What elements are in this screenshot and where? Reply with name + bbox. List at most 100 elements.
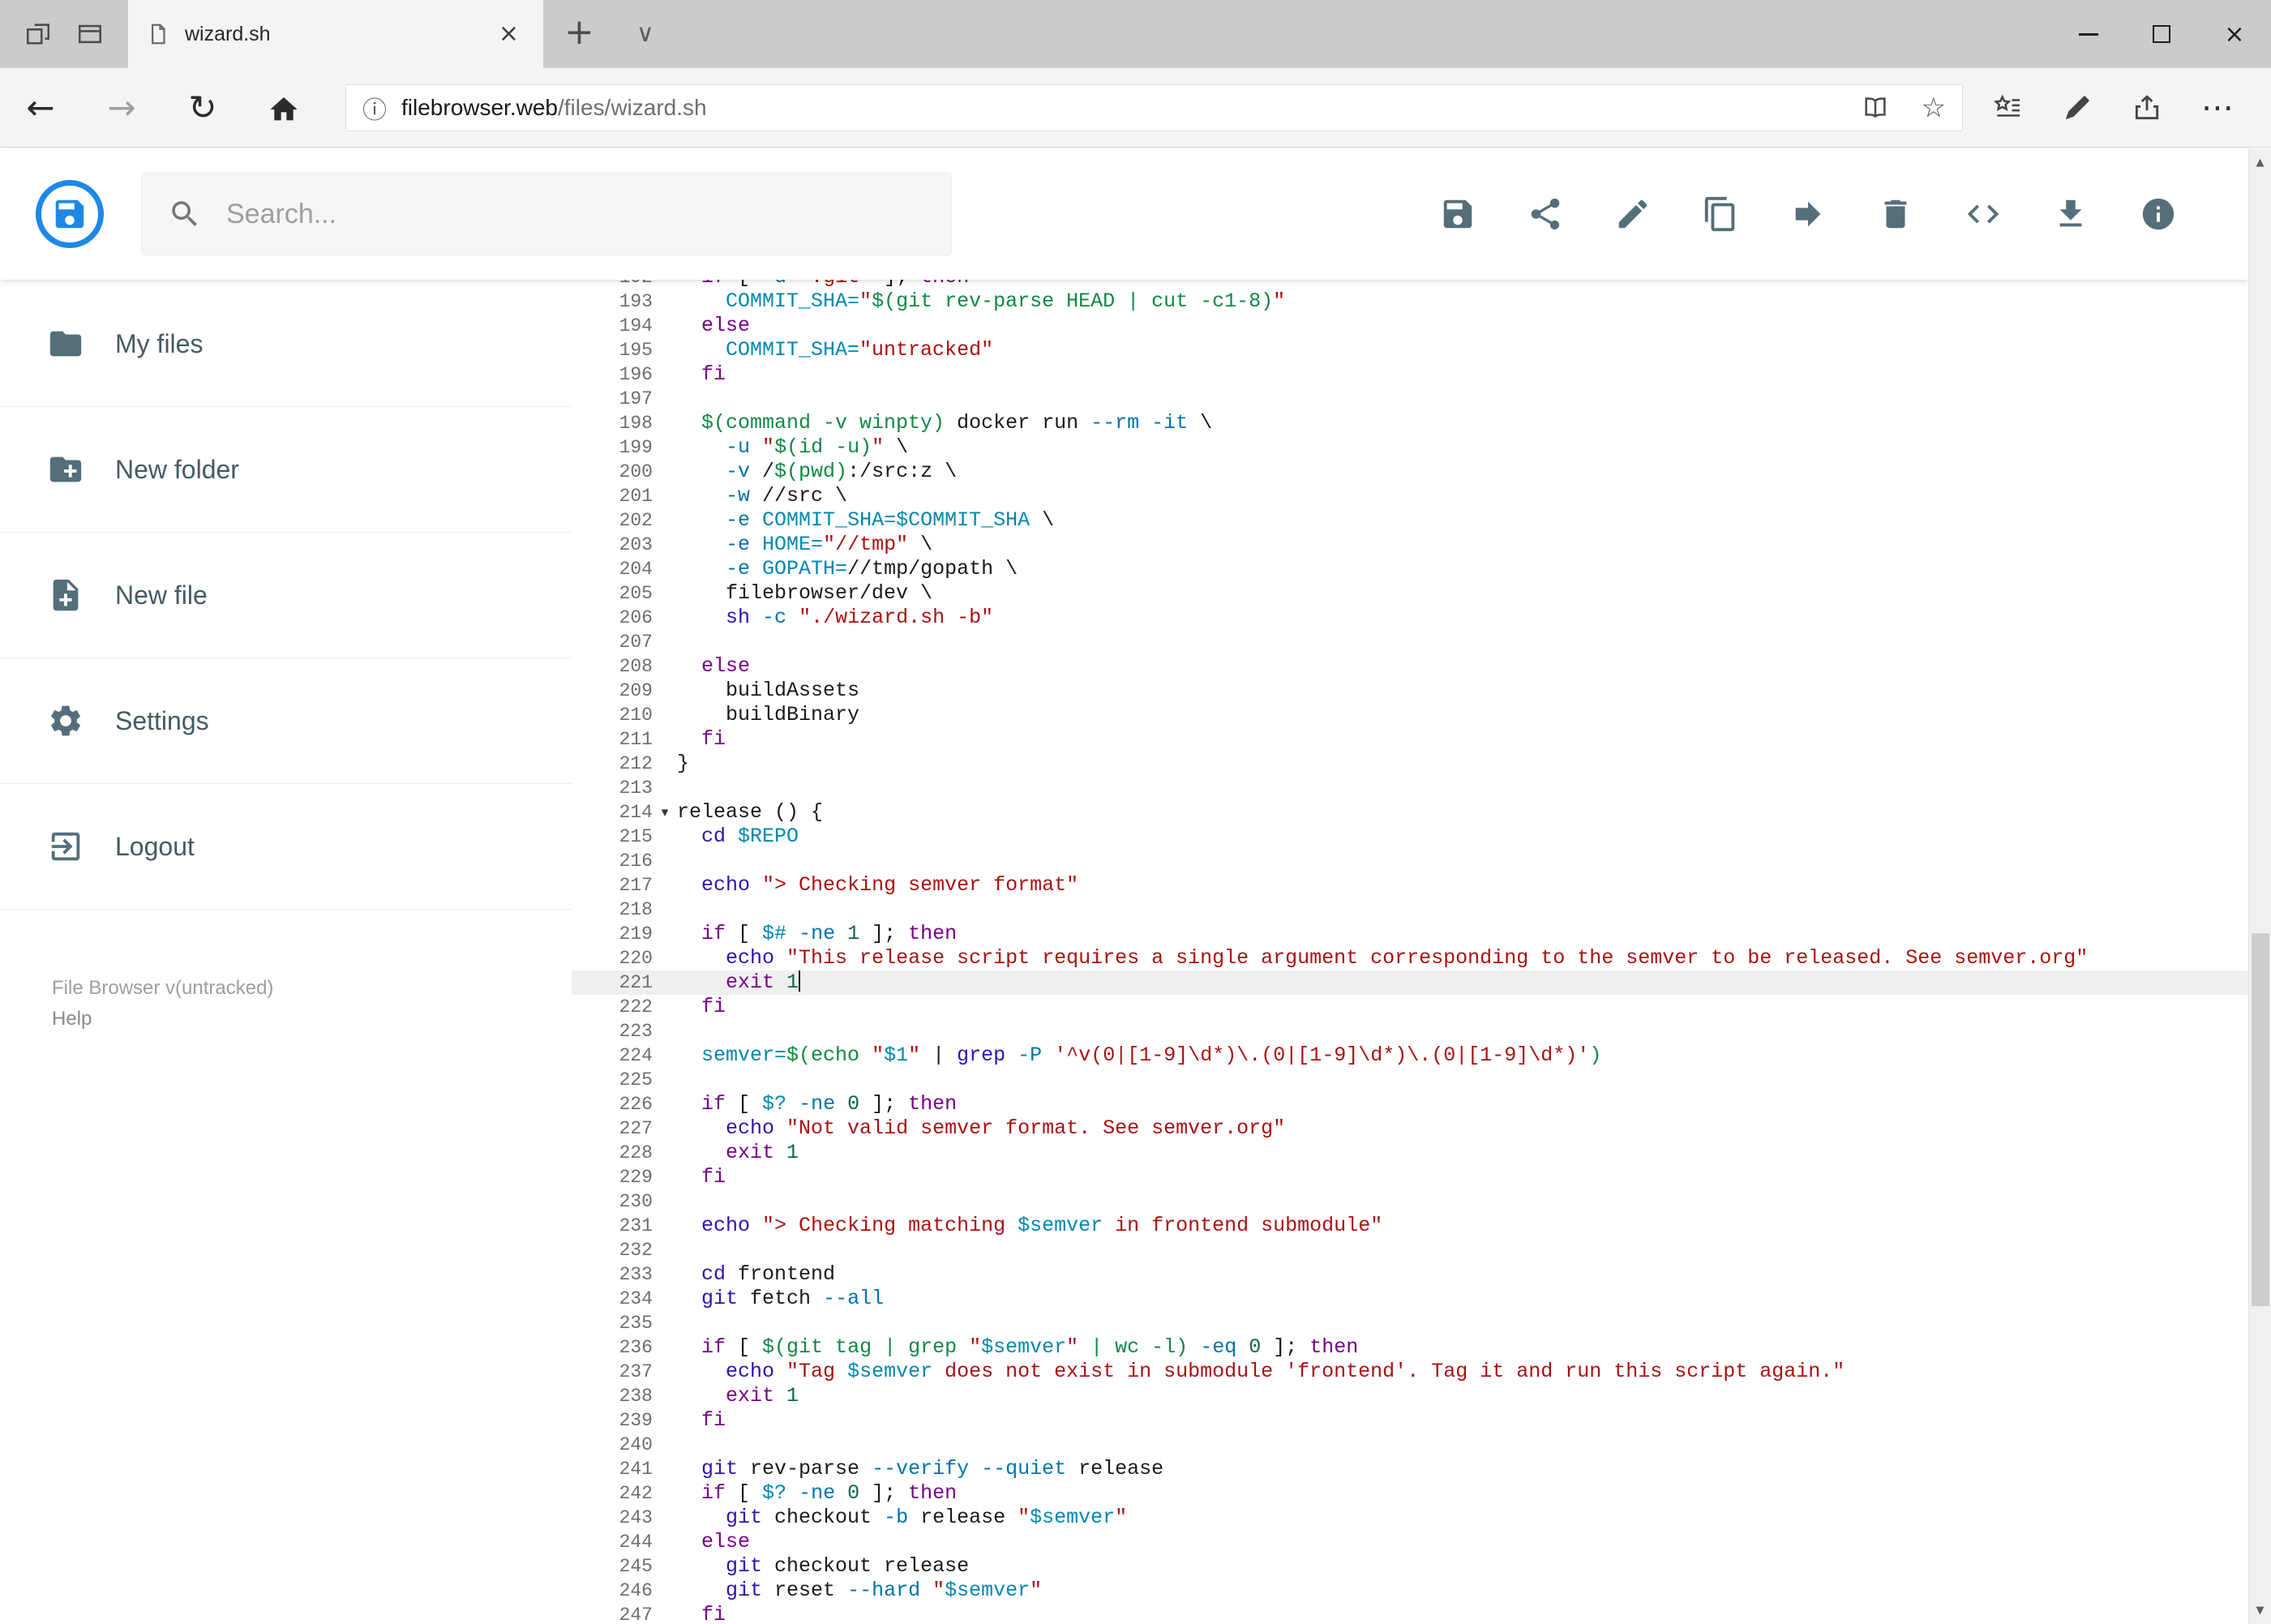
share-button[interactable] [1527, 195, 1564, 233]
code-line-215[interactable]: 215 cd $REPO [572, 825, 2248, 849]
sidebar-item-my-files[interactable]: My files [0, 281, 572, 407]
filebrowser-logo[interactable] [36, 180, 104, 248]
code-line-239[interactable]: 239 fi [572, 1408, 2248, 1433]
code-line-195[interactable]: 195 COMMIT_SHA="untracked" [572, 338, 2248, 362]
code-line-216[interactable]: 216 [572, 849, 2248, 873]
code-line-208[interactable]: 208 else [572, 654, 2248, 679]
url-text[interactable]: filebrowser.web/files/wizard.sh [401, 95, 707, 121]
close-window-button[interactable]: × [2198, 0, 2271, 68]
scrollbar-thumb[interactable] [2252, 933, 2269, 1306]
code-line-219[interactable]: 219 if [ $# -ne 1 ]; then [572, 922, 2248, 946]
sidebar-item-logout[interactable]: Logout [0, 784, 572, 910]
info-button[interactable] [2140, 195, 2177, 233]
web-note-button[interactable] [2062, 92, 2093, 123]
refresh-button[interactable]: ↻ [162, 88, 243, 127]
save-button[interactable] [1439, 195, 1476, 233]
search-input[interactable] [225, 197, 925, 231]
code-line-245[interactable]: 245 git checkout release [572, 1554, 2248, 1579]
code-line-236[interactable]: 236 if [ $(git tag | grep "$semver" | wc… [572, 1335, 2248, 1360]
site-info-icon[interactable]: ⓘ [362, 90, 387, 126]
code-editor[interactable]: 192 if [ -d ".git" ]; then193 COMMIT_SHA… [572, 280, 2248, 1624]
code-line-237[interactable]: 237 echo "Tag $semver does not exist in … [572, 1360, 2248, 1384]
code-line-204[interactable]: 204 -e GOPATH=//tmp/gopath \ [572, 557, 2248, 581]
rename-button[interactable] [1614, 195, 1652, 233]
code-line-193[interactable]: 193 COMMIT_SHA="$(git rev-parse HEAD | c… [572, 289, 2248, 314]
tab-close-icon[interactable]: × [492, 0, 525, 68]
code-line-240[interactable]: 240 [572, 1433, 2248, 1457]
code-line-224[interactable]: 224 semver=$(echo "$1" | grep -P '^v(0|[… [572, 1043, 2248, 1068]
code-line-212[interactable]: 212} [572, 752, 2248, 776]
code-line-207[interactable]: 207 [572, 630, 2248, 654]
delete-button[interactable] [1877, 195, 1914, 233]
move-button[interactable] [1789, 195, 1827, 233]
help-link[interactable]: Help [52, 1004, 572, 1035]
add-favorite-star-icon[interactable]: ☆ [1922, 92, 1946, 124]
code-line-221[interactable]: 221 exit 1 [572, 971, 2248, 995]
code-line-235[interactable]: 235 [572, 1311, 2248, 1335]
code-line-206[interactable]: 206 sh -c "./wizard.sh -b" [572, 606, 2248, 630]
code-line-205[interactable]: 205 filebrowser/dev \ [572, 581, 2248, 606]
code-line-232[interactable]: 232 [572, 1238, 2248, 1262]
reading-view-button[interactable] [1862, 94, 1889, 122]
search-box[interactable] [141, 173, 952, 255]
code-line-200[interactable]: 200 -v /$(pwd):/src:z \ [572, 460, 2248, 484]
back-button[interactable]: ← [0, 88, 81, 127]
settings-more-button[interactable]: ⋯ [2201, 92, 2234, 124]
code-line-246[interactable]: 246 git reset --hard "$semver" [572, 1579, 2248, 1603]
code-line-218[interactable]: 218 [572, 898, 2248, 922]
code-line-243[interactable]: 243 git checkout -b release "$semver" [572, 1506, 2248, 1530]
scrollbar-up-arrow[interactable]: ▲ [2249, 148, 2271, 176]
sidebar-item-new-file[interactable]: New file [0, 533, 572, 658]
scrollbar-down-arrow[interactable]: ▼ [2249, 1596, 2271, 1624]
forward-button[interactable]: → [81, 88, 162, 127]
hub-favorites-button[interactable] [1992, 92, 2023, 123]
code-line-199[interactable]: 199 -u "$(id -u)" \ [572, 435, 2248, 460]
code-line-231[interactable]: 231 echo "> Checking matching $semver in… [572, 1214, 2248, 1238]
code-line-230[interactable]: 230 [572, 1189, 2248, 1214]
maximize-button[interactable] [2125, 0, 2198, 68]
code-line-242[interactable]: 242 if [ $? -ne 0 ]; then [572, 1481, 2248, 1506]
code-line-209[interactable]: 209 buildAssets [572, 679, 2248, 703]
code-line-229[interactable]: 229 fi [572, 1165, 2248, 1189]
sidebar-item-new-folder[interactable]: New folder [0, 407, 572, 533]
code-line-202[interactable]: 202 -e COMMIT_SHA=$COMMIT_SHA \ [572, 508, 2248, 533]
code-line-194[interactable]: 194 else [572, 314, 2248, 338]
code-line-227[interactable]: 227 echo "Not valid semver format. See s… [572, 1116, 2248, 1141]
share-page-button[interactable] [2132, 92, 2162, 123]
code-line-222[interactable]: 222 fi [572, 995, 2248, 1019]
tabs-preview-button[interactable] [76, 20, 104, 48]
tab-list-chevron-icon[interactable]: ∨ [636, 0, 654, 68]
code-line-225[interactable]: 225 [572, 1068, 2248, 1092]
code-line-247[interactable]: 247 fi [572, 1603, 2248, 1624]
tab-wizard-sh[interactable]: wizard.sh × [128, 0, 543, 68]
code-line-220[interactable]: 220 echo "This release script requires a… [572, 946, 2248, 971]
code-line-217[interactable]: 217 echo "> Checking semver format" [572, 873, 2248, 898]
sidebar-item-settings[interactable]: Settings [0, 658, 572, 784]
code-line-244[interactable]: 244 else [572, 1530, 2248, 1554]
home-button[interactable] [243, 88, 324, 127]
code-line-241[interactable]: 241 git rev-parse --verify --quiet relea… [572, 1457, 2248, 1481]
code-line-238[interactable]: 238 exit 1 [572, 1384, 2248, 1408]
address-bar[interactable]: ⓘ filebrowser.web/files/wizard.sh ☆ [345, 84, 1963, 131]
code-line-223[interactable]: 223 [572, 1019, 2248, 1043]
code-line-197[interactable]: 197 [572, 387, 2248, 411]
code-line-228[interactable]: 228 exit 1 [572, 1141, 2248, 1165]
code-line-226[interactable]: 226 if [ $? -ne 0 ]; then [572, 1092, 2248, 1116]
code-line-213[interactable]: 213 [572, 776, 2248, 800]
code-line-203[interactable]: 203 -e HOME="//tmp" \ [572, 533, 2248, 557]
page-scrollbar[interactable]: ▲ ▼ [2248, 148, 2271, 1624]
editor-mode-button[interactable] [1965, 195, 2002, 233]
code-line-196[interactable]: 196 fi [572, 362, 2248, 387]
new-tab-button[interactable]: + [564, 0, 594, 68]
code-line-211[interactable]: 211 fi [572, 727, 2248, 752]
code-line-210[interactable]: 210 buildBinary [572, 703, 2248, 727]
code-line-233[interactable]: 233 cd frontend [572, 1262, 2248, 1287]
code-line-234[interactable]: 234 git fetch --all [572, 1287, 2248, 1311]
fold-arrow-icon[interactable]: ▾ [653, 800, 677, 825]
code-line-192[interactable]: 192 if [ -d ".git" ]; then [572, 280, 2248, 289]
code-line-198[interactable]: 198 $(command -v winpty) docker run --rm… [572, 411, 2248, 435]
code-line-201[interactable]: 201 -w //src \ [572, 484, 2248, 508]
download-button[interactable] [2052, 195, 2089, 233]
code-line-214[interactable]: 214 ▾ release () { [572, 800, 2248, 825]
minimize-button[interactable] [2052, 0, 2125, 68]
